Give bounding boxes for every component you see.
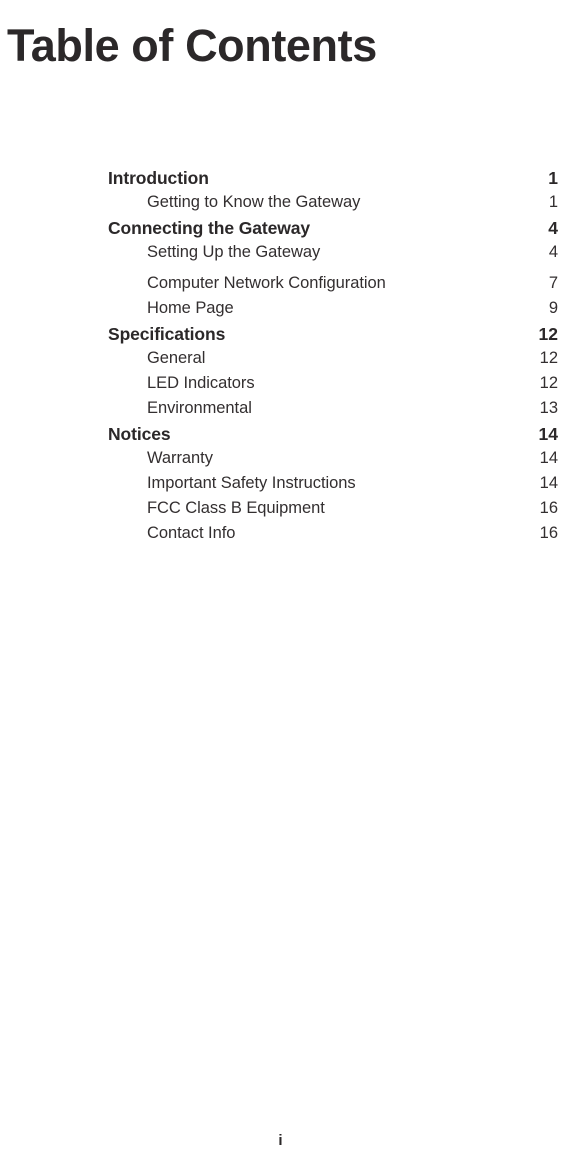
toc-entry-label: LED Indicators bbox=[147, 374, 255, 392]
toc-entry[interactable]: Computer Network Configuration 7 bbox=[0, 274, 561, 299]
toc-entry-label: Introduction bbox=[108, 168, 209, 188]
toc-entry-page-number: 14 bbox=[539, 449, 558, 467]
toc-entry-page-number: 9 bbox=[548, 299, 558, 317]
toc-entry[interactable]: Important Safety Instructions 14 bbox=[0, 474, 561, 499]
toc-entry[interactable]: Contact Info 16 bbox=[0, 524, 561, 549]
toc-entry[interactable]: Home Page 9 bbox=[0, 299, 561, 324]
table-of-contents: Introduction 1 Getting to Know the Gateway… bbox=[0, 168, 561, 549]
toc-entry[interactable]: Getting to Know the Gateway 1 bbox=[0, 193, 561, 218]
toc-entry[interactable]: General 12 bbox=[0, 349, 561, 374]
toc-entry[interactable]: Notices 14 bbox=[0, 424, 561, 449]
toc-entry-label: Contact Info bbox=[147, 524, 236, 542]
toc-entry-page-number: 16 bbox=[539, 499, 558, 517]
toc-entry-label: Environmental bbox=[147, 399, 252, 417]
toc-entry-page-number: 1 bbox=[548, 168, 558, 188]
toc-entry[interactable]: LED Indicators 12 bbox=[0, 374, 561, 399]
toc-entry-label: Warranty bbox=[147, 449, 213, 467]
toc-entry-label: Specifications bbox=[108, 324, 226, 344]
toc-entry[interactable]: Setting Up the Gateway 4 bbox=[0, 243, 561, 268]
toc-entry-label: Computer Network Configuration bbox=[147, 274, 386, 292]
toc-entry-page-number: 4 bbox=[548, 243, 558, 261]
toc-entry-page-number: 14 bbox=[539, 474, 558, 492]
page-title: Table of Contents bbox=[7, 20, 377, 72]
toc-entry-label: Important Safety Instructions bbox=[147, 474, 356, 492]
toc-entry-label: General bbox=[147, 349, 206, 367]
toc-entry-label: Home Page bbox=[147, 299, 234, 317]
toc-entry-page-number: 7 bbox=[548, 274, 558, 292]
toc-entry-label: Notices bbox=[108, 424, 171, 444]
toc-entry[interactable]: Connecting the Gateway 4 bbox=[0, 218, 561, 243]
toc-entry-page-number: 4 bbox=[548, 218, 558, 238]
toc-entry-label: Setting Up the Gateway bbox=[147, 243, 321, 261]
toc-entry[interactable]: Introduction 1 bbox=[0, 168, 561, 193]
toc-entry-label: Getting to Know the Gateway bbox=[147, 193, 361, 211]
toc-entry-page-number: 13 bbox=[539, 399, 558, 417]
toc-entry-page-number: 12 bbox=[538, 324, 558, 344]
toc-entry-page-number: 12 bbox=[539, 374, 558, 392]
toc-entry[interactable]: Specifications 12 bbox=[0, 324, 561, 349]
toc-entry[interactable]: FCC Class B Equipment 16 bbox=[0, 499, 561, 524]
toc-entry-page-number: 12 bbox=[539, 349, 558, 367]
toc-entry[interactable]: Environmental 13 bbox=[0, 399, 561, 424]
toc-entry-page-number: 16 bbox=[539, 524, 558, 542]
toc-entry[interactable]: Warranty 14 bbox=[0, 449, 561, 474]
toc-entry-page-number: 1 bbox=[548, 193, 558, 211]
toc-entry-page-number: 14 bbox=[538, 424, 558, 444]
page-folio: i bbox=[278, 1132, 283, 1149]
toc-entry-label: FCC Class B Equipment bbox=[147, 499, 325, 517]
toc-entry-label: Connecting the Gateway bbox=[108, 218, 310, 238]
